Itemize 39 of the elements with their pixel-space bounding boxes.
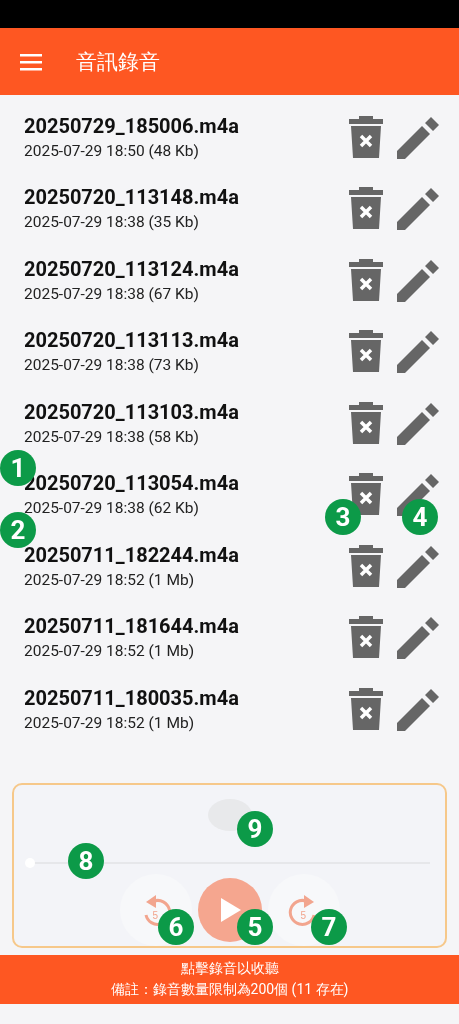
recording-details: 2025-07-29 18:50 (48 Kb) [24, 141, 199, 160]
edit-icon[interactable] [397, 257, 441, 302]
delete-icon[interactable] [349, 258, 383, 301]
recording-details: 2025-07-29 18:38 (35 Kb) [24, 213, 199, 232]
recording-name[interactable]: 20250720_113113.m4a [24, 328, 239, 353]
delete-icon[interactable] [349, 115, 383, 158]
edit-icon[interactable] [397, 615, 441, 660]
edit-icon[interactable] [397, 400, 441, 445]
recording-name[interactable]: 20250729_185006.m4a [24, 113, 239, 138]
recording-details: 2025-07-29 18:38 (58 Kb) [24, 427, 199, 446]
app-title: 音訊錄音 [76, 48, 160, 76]
edit-icon[interactable] [397, 114, 441, 159]
recording-name[interactable]: 20250711_180035.m4a [24, 685, 239, 710]
delete-icon[interactable] [349, 330, 383, 373]
recording-details: 2025-07-29 18:52 (1 Mb) [24, 570, 195, 589]
recording-name[interactable]: 20250711_181644.m4a [24, 614, 239, 639]
callout-badge: 4 [402, 499, 438, 535]
edit-icon[interactable] [397, 329, 441, 374]
recording-details: 2025-07-29 18:52 (1 Mb) [24, 642, 195, 661]
delete-icon[interactable] [349, 187, 383, 230]
delete-icon[interactable] [349, 687, 383, 730]
note-text: 備註：錄音數量限制為200個 (11 存在) [110, 981, 349, 999]
delete-icon[interactable] [349, 473, 383, 516]
edit-icon[interactable] [397, 186, 441, 231]
delete-icon[interactable] [349, 616, 383, 659]
edit-icon[interactable] [397, 686, 441, 731]
recording-name[interactable]: 20250720_113054.m4a [24, 471, 239, 496]
callout-badge: 3 [325, 499, 361, 535]
recording-name[interactable]: 20250720_113124.m4a [24, 256, 239, 281]
delete-icon[interactable] [349, 401, 383, 444]
edit-icon[interactable] [397, 543, 441, 588]
callout-badge: 2 [0, 512, 36, 548]
recording-name[interactable]: 20250720_113103.m4a [24, 399, 239, 424]
hint-text: 點擊錄音以收聽 [180, 960, 279, 978]
recording-details: 2025-07-29 18:52 (1 Mb) [24, 713, 195, 732]
recording-details: 2025-07-29 18:38 (73 Kb) [24, 356, 199, 375]
recording-name[interactable]: 20250720_113148.m4a [24, 185, 239, 210]
recording-details: 2025-07-29 18:38 (67 Kb) [24, 284, 199, 303]
delete-icon[interactable] [349, 544, 383, 587]
